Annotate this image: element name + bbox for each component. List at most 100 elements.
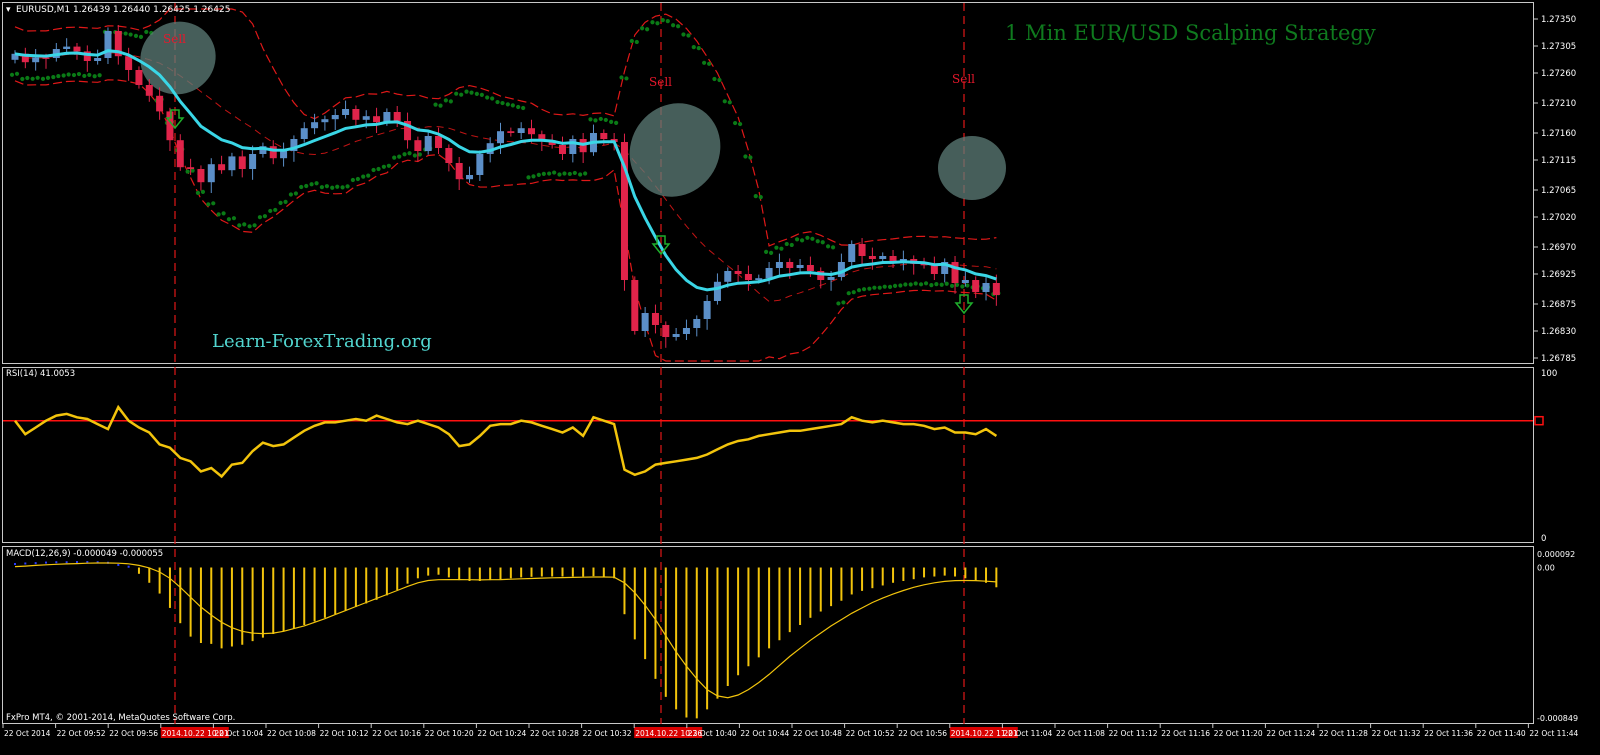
psar-dot <box>810 236 815 241</box>
sell-label: Sell <box>649 75 672 89</box>
candle-body <box>713 281 721 301</box>
x-axis-label: 22 Oct 2014 <box>4 729 51 738</box>
psar-dot <box>619 75 624 80</box>
candle-body <box>879 256 887 259</box>
psar-dot <box>774 245 779 250</box>
candle-body <box>600 133 608 139</box>
candle-body <box>786 262 794 268</box>
psar-dot <box>123 31 128 36</box>
macd-hist-bar <box>44 561 47 564</box>
psar-dot <box>526 175 531 180</box>
psar-dot <box>733 120 738 126</box>
sell-label: Sell <box>163 32 186 46</box>
psar-dot <box>825 244 831 249</box>
psar-dot <box>355 176 360 182</box>
psar-dot <box>763 249 769 255</box>
copyright-label: FxPro MT4, © 2001-2014, MetaQuotes Softw… <box>6 713 235 723</box>
candle-body <box>445 148 453 163</box>
price-axis-label: 1.27210 <box>1541 99 1576 109</box>
price-axis-label: 1.27305 <box>1541 42 1576 52</box>
psar-dot <box>412 153 417 158</box>
psar-dot <box>903 282 908 287</box>
psar-dot <box>56 73 61 79</box>
macd-hist-bar <box>34 562 37 565</box>
psar-dot <box>505 102 510 107</box>
macd-axis-label: -0.000849 <box>1537 714 1578 723</box>
psar-dot <box>14 71 20 76</box>
price-axis-label: 1.27115 <box>1541 156 1576 166</box>
psar-dot <box>51 74 56 80</box>
macd-hist-bar <box>127 565 130 568</box>
x-axis-label: 22 Oct 10:40 <box>688 729 737 738</box>
candle-body <box>992 283 1000 295</box>
price-axis-label: 1.26785 <box>1541 354 1576 364</box>
candle-body <box>331 115 339 120</box>
candle-body <box>197 169 205 183</box>
psar-dot <box>717 77 722 83</box>
candle-body <box>94 58 102 61</box>
psar-dot <box>273 207 278 213</box>
psar-dot <box>299 184 304 190</box>
psar-dot <box>443 98 448 103</box>
psar-dot <box>872 285 877 290</box>
psar-dot <box>76 71 82 77</box>
candle-body <box>414 140 422 151</box>
psar-dot <box>634 39 639 45</box>
psar-dot <box>82 73 87 79</box>
psar-dot <box>20 76 25 82</box>
candle-body <box>806 265 814 271</box>
candle-body <box>455 163 463 180</box>
psar-dot <box>231 216 237 221</box>
psar-dot <box>965 283 970 288</box>
candle-body <box>827 277 835 280</box>
psar-dot <box>464 89 469 94</box>
psar-dot <box>247 224 252 229</box>
psar-dot <box>944 281 949 286</box>
candle-body <box>42 57 50 59</box>
psar-dot <box>629 38 634 44</box>
candle-body <box>724 271 732 282</box>
candle-body <box>63 46 71 49</box>
candle-body <box>765 268 773 279</box>
price-axis-label: 1.27260 <box>1541 69 1576 79</box>
macd-hist-bar <box>14 563 16 566</box>
psar-dot <box>702 60 707 65</box>
candle-body <box>631 280 639 331</box>
x-axis-label: 22 Oct 11:08 <box>1056 729 1105 738</box>
candle-body <box>32 57 40 63</box>
psar-dot <box>381 164 386 169</box>
candle-body <box>558 145 566 154</box>
x-axis-label: 22 Oct 11:12 <box>1109 729 1158 738</box>
x-axis-label: 22 Oct 11:04 <box>1003 729 1052 738</box>
candle-body <box>280 151 288 159</box>
mt4-chart-window[interactable]: 1.27350 1.27305 1.27260 1.27210 1.27160 1.271… <box>0 0 1600 755</box>
psar-dot <box>650 20 655 25</box>
psar-dot <box>376 166 381 172</box>
psar-dot <box>768 250 774 256</box>
macd-axis-label: 0.000092 <box>1537 550 1575 559</box>
psar-dot <box>882 284 887 289</box>
psar-dot <box>712 76 717 82</box>
strategy-title: 1 Min EUR/USD Scalping Strategy <box>1005 21 1376 45</box>
psar-dot <box>686 33 691 38</box>
x-axis-label: 22 Oct 10:24 <box>477 729 526 738</box>
psar-dot <box>283 199 288 204</box>
candle-body <box>311 122 319 129</box>
chart-menu-icon[interactable]: ▾ <box>6 5 11 15</box>
psar-dot <box>887 284 893 289</box>
psar-dot <box>830 245 836 250</box>
candle-body <box>73 46 81 52</box>
psar-dot <box>138 34 144 39</box>
x-axis-label: 22 Oct 10:48 <box>793 729 842 738</box>
psar-dot <box>867 286 872 291</box>
candle-body <box>858 244 866 256</box>
x-axis-label: 22 Oct 10:04 <box>214 729 263 738</box>
psar-dot <box>417 152 422 157</box>
price-axis-label: 1.27350 <box>1541 15 1576 25</box>
candle-body <box>238 156 246 169</box>
psar-dot <box>350 177 355 183</box>
candle-body <box>497 131 505 144</box>
candle-body <box>187 167 195 169</box>
psar-dot <box>929 283 934 288</box>
psar-dot <box>665 19 670 24</box>
